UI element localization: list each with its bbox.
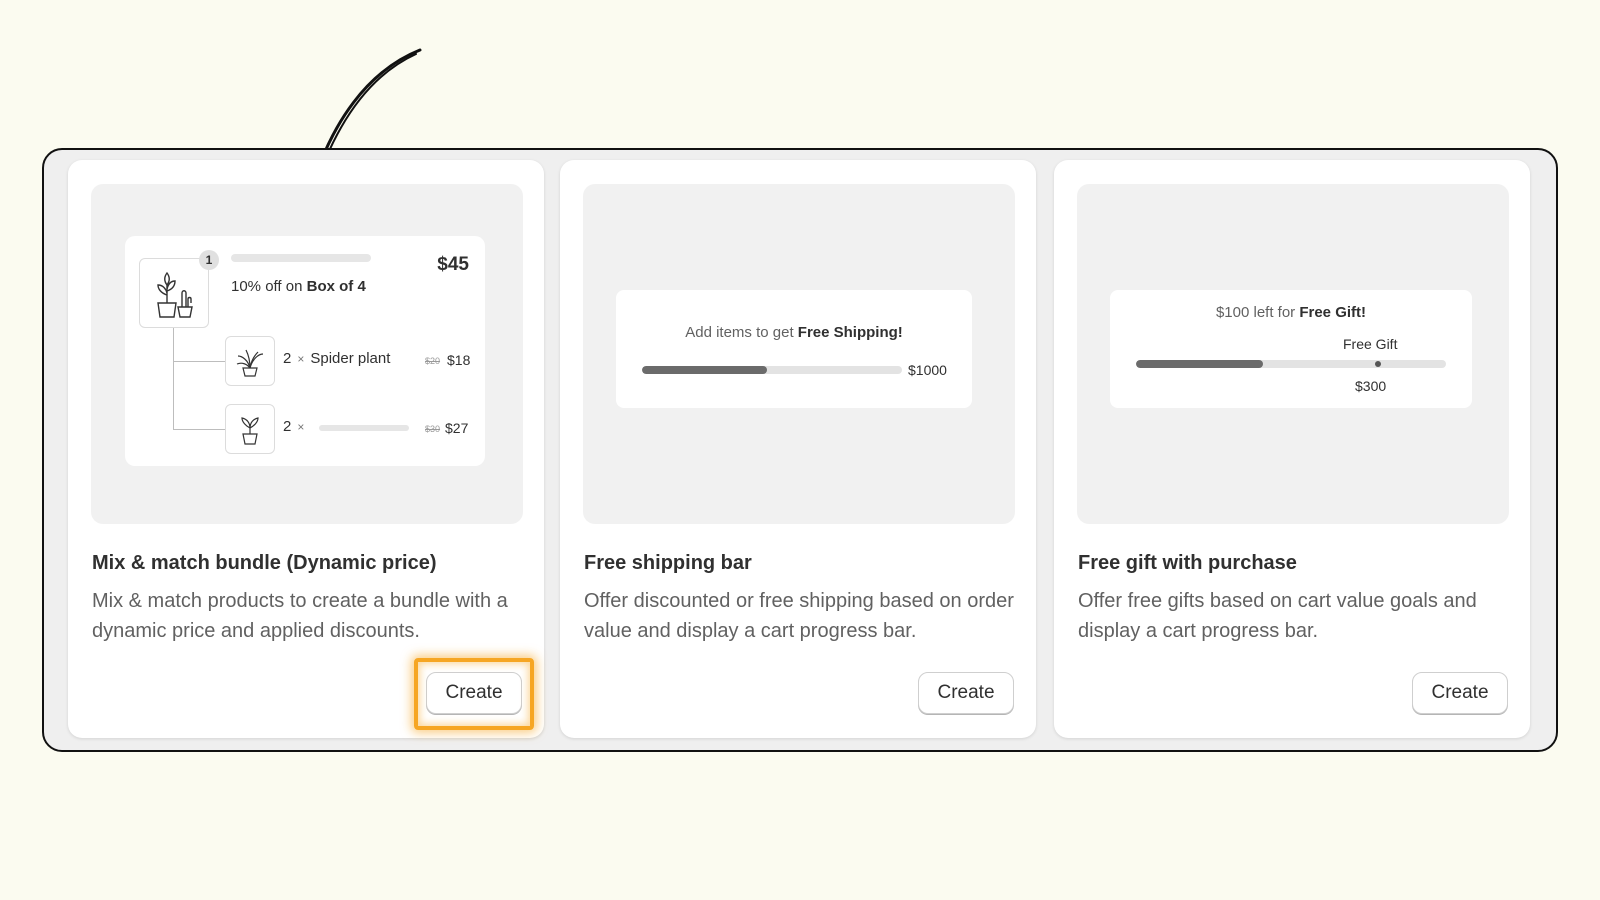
bundle-preview: 1 10% off on Box of 4 $45 2 × Spider pla… <box>91 184 523 524</box>
quantity-badge: 1 <box>199 250 219 270</box>
gift-bar-preview: $100 left for Free Gift! Free Gift $300 <box>1110 290 1472 408</box>
bundle-item-old-price: $30 <box>425 424 441 434</box>
card-title: Free shipping bar <box>584 552 752 574</box>
gift-progress-fill <box>1136 360 1264 368</box>
potted-plants-icon <box>157 271 193 318</box>
bundle-item-price: $18 <box>447 352 471 368</box>
bundle-preview-box: 1 10% off on Box of 4 $45 2 × Spider pla… <box>125 236 485 466</box>
shipping-progress-fill <box>642 366 767 374</box>
plant-box-thumbnail <box>139 258 209 328</box>
skeleton-line <box>231 254 371 262</box>
shipping-message: Add items to get Free Shipping! <box>685 324 903 341</box>
create-button[interactable]: Create <box>918 672 1014 714</box>
tree-connector <box>173 328 174 429</box>
plant-thumbnail <box>225 404 275 454</box>
card-title: Free gift with purchase <box>1078 552 1297 574</box>
gift-progress-bar <box>1136 360 1446 368</box>
card-description: Mix & match products to create a bundle … <box>92 590 508 642</box>
bundle-item-row: 2 × <box>283 418 305 435</box>
gift-message: $100 left for Free Gift! <box>1215 304 1367 321</box>
gift-milestone-marker <box>1374 361 1381 367</box>
gift-milestone-value: $300 <box>1355 378 1387 394</box>
bundle-discount-title: 10% off on Box of 4 <box>231 278 366 295</box>
template-card-free-gift: $100 left for Free Gift! Free Gift $300 … <box>1054 160 1530 738</box>
gift-milestone-label: Free Gift <box>1343 336 1398 352</box>
spider-plant-thumbnail <box>225 336 275 386</box>
bundle-item-old-price: $20 <box>425 356 441 366</box>
highlight-box <box>414 658 534 730</box>
spider-plant-icon <box>236 349 264 377</box>
shipping-preview: Add items to get Free Shipping! $1000 <box>583 184 1015 524</box>
create-button[interactable]: Create <box>1412 672 1508 714</box>
bundle-item-row: 2 × Spider plant <box>283 350 391 367</box>
bundle-total-price: $45 <box>437 254 469 275</box>
tree-connector <box>173 361 225 362</box>
leafy-plant-icon <box>241 417 259 445</box>
template-card-free-shipping-bar: Add items to get Free Shipping! $1000 Fr… <box>560 160 1036 738</box>
bundle-item-price: $27 <box>445 420 469 436</box>
card-title: Mix & match bundle (Dynamic price) <box>92 552 437 574</box>
card-description: Offer discounted or free shipping based … <box>584 590 1014 642</box>
shipping-progress-bar <box>642 366 902 374</box>
skeleton-line <box>319 425 409 431</box>
tree-connector <box>173 429 225 430</box>
gift-preview: $100 left for Free Gift! Free Gift $300 <box>1077 184 1509 524</box>
shipping-goal: $1000 <box>908 362 947 378</box>
shipping-bar-preview: Add items to get Free Shipping! $1000 <box>616 290 972 408</box>
template-card-mix-match-bundle: 1 10% off on Box of 4 $45 2 × Spider pla… <box>68 160 544 738</box>
card-description: Offer free gifts based on cart value goa… <box>1078 590 1477 642</box>
